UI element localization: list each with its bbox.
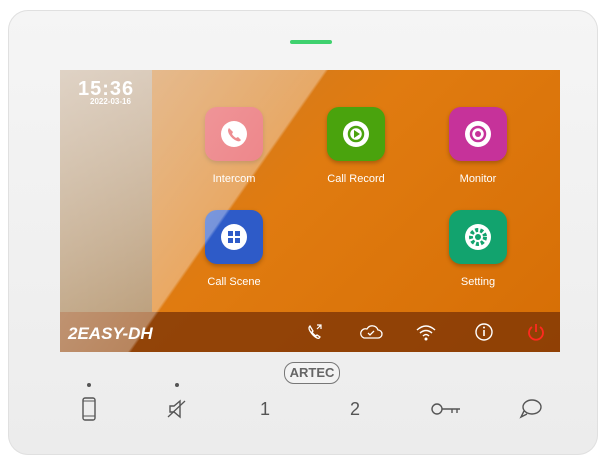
status-bar: 2EASY-DH xyxy=(60,312,560,352)
model-name: 2EASY-DH xyxy=(68,324,153,343)
indicator-dot xyxy=(175,383,179,387)
monitor-tile[interactable] xyxy=(449,107,507,161)
gear-icon xyxy=(465,224,491,250)
call-record-label: Call Record xyxy=(327,173,385,185)
info-icon[interactable] xyxy=(474,322,494,342)
touch-screen: 15:36 2022-03-16 Intercom Call Record Mo… xyxy=(60,70,560,352)
mobile-button[interactable] xyxy=(74,396,104,422)
setting-label: Setting xyxy=(460,276,496,288)
app-call-scene[interactable]: Call Scene xyxy=(179,210,289,288)
eye-icon xyxy=(465,121,491,147)
app-monitor[interactable]: Monitor xyxy=(423,107,533,185)
wifi-icon[interactable] xyxy=(415,322,437,342)
button-2[interactable]: 2 xyxy=(340,396,370,422)
chat-icon xyxy=(519,399,542,419)
grid-icon xyxy=(221,224,247,250)
clock-date: 2022-03-16 xyxy=(90,97,131,106)
intercom-tile[interactable] xyxy=(205,107,263,161)
app-intercom[interactable]: Intercom xyxy=(179,107,289,185)
phone-icon xyxy=(221,121,247,147)
app-call-record[interactable]: Call Record xyxy=(301,107,411,185)
call-scene-tile[interactable] xyxy=(205,210,263,264)
call-transfer-icon[interactable] xyxy=(305,322,325,342)
brand-logo: ARTEC xyxy=(284,362,340,384)
indicator-dot xyxy=(87,383,91,387)
play-record-icon xyxy=(343,121,369,147)
chat-button[interactable] xyxy=(516,396,546,422)
call-scene-label: Call Scene xyxy=(207,276,261,288)
power-icon[interactable] xyxy=(526,322,546,342)
mute-button[interactable] xyxy=(162,396,192,422)
status-led xyxy=(290,40,332,44)
clock-panel xyxy=(60,70,152,312)
key-icon xyxy=(431,403,460,415)
button-1[interactable]: 1 xyxy=(250,396,280,422)
call-record-tile[interactable] xyxy=(327,107,385,161)
cloud-check-icon[interactable] xyxy=(358,322,384,342)
mobile-icon xyxy=(82,397,96,421)
unlock-button[interactable] xyxy=(428,396,464,422)
monitor-label: Monitor xyxy=(459,173,497,185)
app-setting[interactable]: Setting xyxy=(423,210,533,288)
mute-speaker-icon xyxy=(167,399,186,419)
intercom-label: Intercom xyxy=(212,173,256,185)
setting-tile[interactable] xyxy=(449,210,507,264)
